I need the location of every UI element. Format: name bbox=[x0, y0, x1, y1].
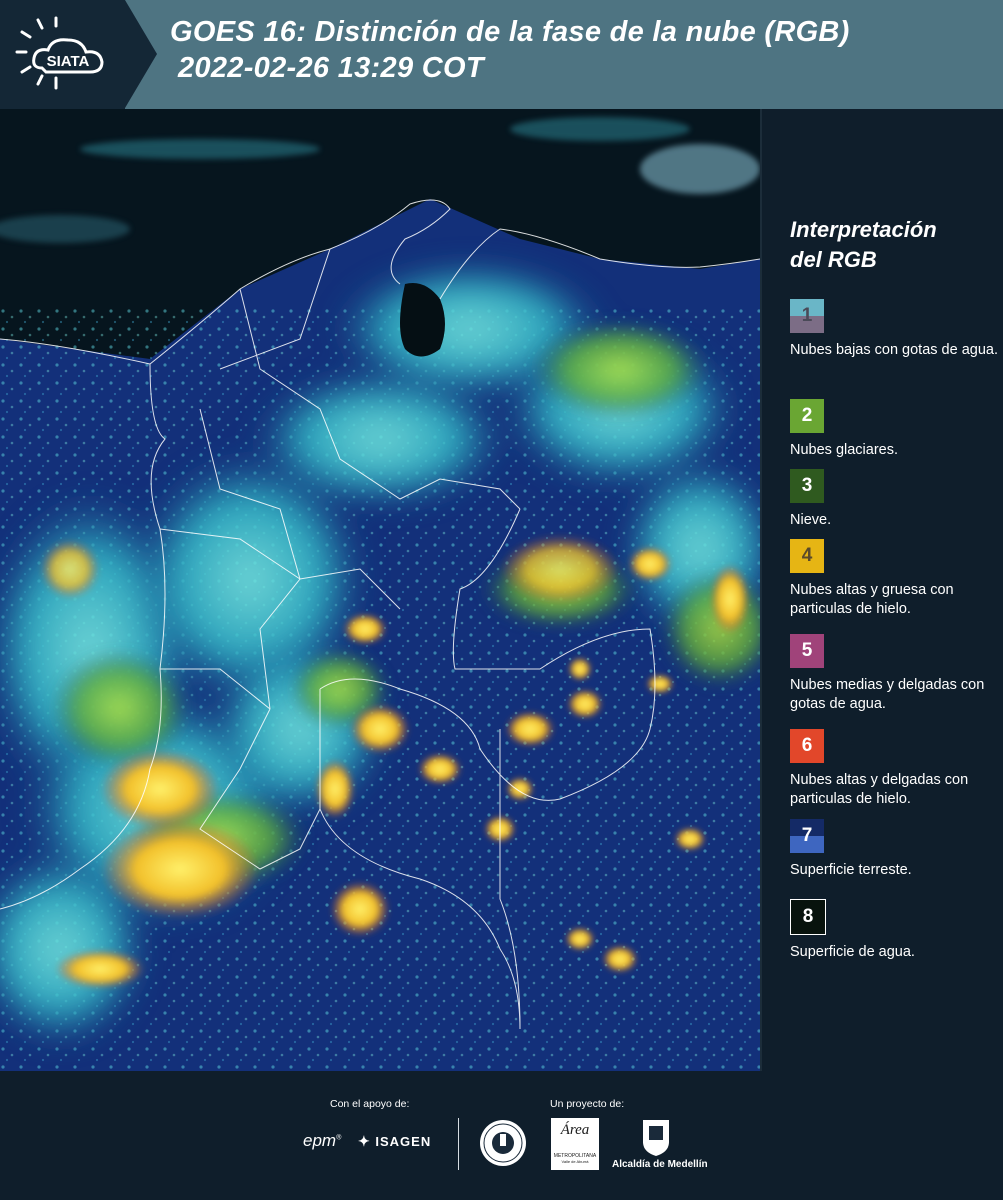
legend-swatch: 1 bbox=[790, 299, 824, 333]
legend-swatch: 5 bbox=[790, 634, 824, 668]
epm-logo-text: epm bbox=[303, 1131, 337, 1150]
alcaldia-label: Alcaldía de Medellín bbox=[612, 1159, 708, 1170]
siata-logo: SIATA bbox=[15, 16, 104, 90]
legend-item-4: 4 Nubes altas y gruesa con particulas de … bbox=[790, 539, 1000, 619]
epm-logo: epm® bbox=[303, 1131, 342, 1150]
legend-swatch: 4 bbox=[790, 539, 824, 573]
legend-number: 3 bbox=[801, 475, 813, 496]
legend-number: 1 bbox=[801, 305, 813, 326]
legend-item-5: 5 Nubes medias y delgadas con gotas de ag… bbox=[790, 634, 1000, 714]
legend-number: 4 bbox=[801, 545, 813, 566]
support-label: Con el apoyo de: bbox=[330, 1098, 410, 1110]
logo-arrow bbox=[125, 0, 157, 108]
title-line-2: 2022-02-26 13:29 COT bbox=[178, 52, 484, 84]
alcaldia-shield-icon bbox=[641, 1118, 671, 1163]
area-logo-sub2: Valle de Aburrá bbox=[561, 1159, 589, 1164]
footer: Con el apoyo de: Un proyecto de: epm® ✦ … bbox=[0, 1071, 1003, 1200]
isagen-logo: ✦ ISAGEN bbox=[358, 1133, 431, 1150]
legend-label: Nubes glaciares. bbox=[790, 442, 898, 458]
footer-divider bbox=[458, 1118, 459, 1170]
legend-label: Nieve. bbox=[790, 512, 832, 528]
legend-label: Nubes bajas con gotas de agua. bbox=[790, 342, 998, 358]
legend-label: Nubes altas y delgadas con particulas de… bbox=[790, 772, 969, 807]
legend-number: 8 bbox=[802, 906, 814, 927]
legend-title: Interpretación del RGB bbox=[790, 215, 990, 275]
page-title: GOES 16: Distinción de la fase de la nub… bbox=[170, 14, 850, 86]
header-banner: SIATA GOES 16: Distinción de la fase de … bbox=[0, 0, 1003, 109]
area-metropolitana-logo: Área METROPOLITANA Valle de Aburrá bbox=[551, 1118, 599, 1170]
svg-text:SIATA: SIATA bbox=[47, 53, 90, 70]
legend-item-7: 7 Superficie terreste. bbox=[790, 819, 1000, 880]
legend-label: Superficie de agua. bbox=[790, 944, 915, 960]
area-logo-text: Área bbox=[560, 1122, 590, 1138]
legend-title-line-1: Interpretación bbox=[790, 217, 937, 242]
legend-item-8: 8 Superficie de agua. bbox=[790, 899, 1000, 962]
legend-item-3: 3 Nieve. bbox=[790, 469, 1000, 530]
project-label: Un proyecto de: bbox=[550, 1098, 625, 1110]
legend-swatch: 8 bbox=[790, 899, 826, 935]
legend-number: 7 bbox=[801, 825, 813, 846]
legend-number: 2 bbox=[801, 405, 813, 426]
satellite-map bbox=[0, 109, 760, 1071]
legend-swatch: 7 bbox=[790, 819, 824, 853]
legend-item-6: 6 Nubes altas y delgadas con particulas d… bbox=[790, 729, 1000, 809]
legend-swatch: 3 bbox=[790, 469, 824, 503]
isagen-icon: ✦ bbox=[358, 1133, 371, 1149]
legend-panel: Interpretación del RGB 1 Nubes bajas con … bbox=[760, 109, 1003, 1071]
logo-area: SIATA bbox=[0, 0, 125, 109]
medellin-seal-icon bbox=[478, 1118, 528, 1173]
isagen-logo-text: ISAGEN bbox=[375, 1134, 432, 1149]
legend-swatch: 6 bbox=[790, 729, 824, 763]
legend-label: Nubes altas y gruesa con particulas de h… bbox=[790, 582, 954, 617]
legend-item-1: 1 Nubes bajas con gotas de agua. bbox=[790, 299, 1000, 360]
legend-item-2: 2 Nubes glaciares. bbox=[790, 399, 1000, 460]
legend-number: 6 bbox=[801, 735, 813, 756]
legend-swatch: 2 bbox=[790, 399, 824, 433]
legend-label: Superficie terreste. bbox=[790, 862, 912, 878]
legend-title-line-2: del RGB bbox=[790, 247, 877, 272]
title-line-1: GOES 16: Distinción de la fase de la nub… bbox=[170, 16, 850, 48]
legend-number: 5 bbox=[801, 640, 813, 661]
legend-label: Nubes medias y delgadas con gotas de agu… bbox=[790, 677, 985, 712]
satellite-image bbox=[0, 109, 760, 1071]
